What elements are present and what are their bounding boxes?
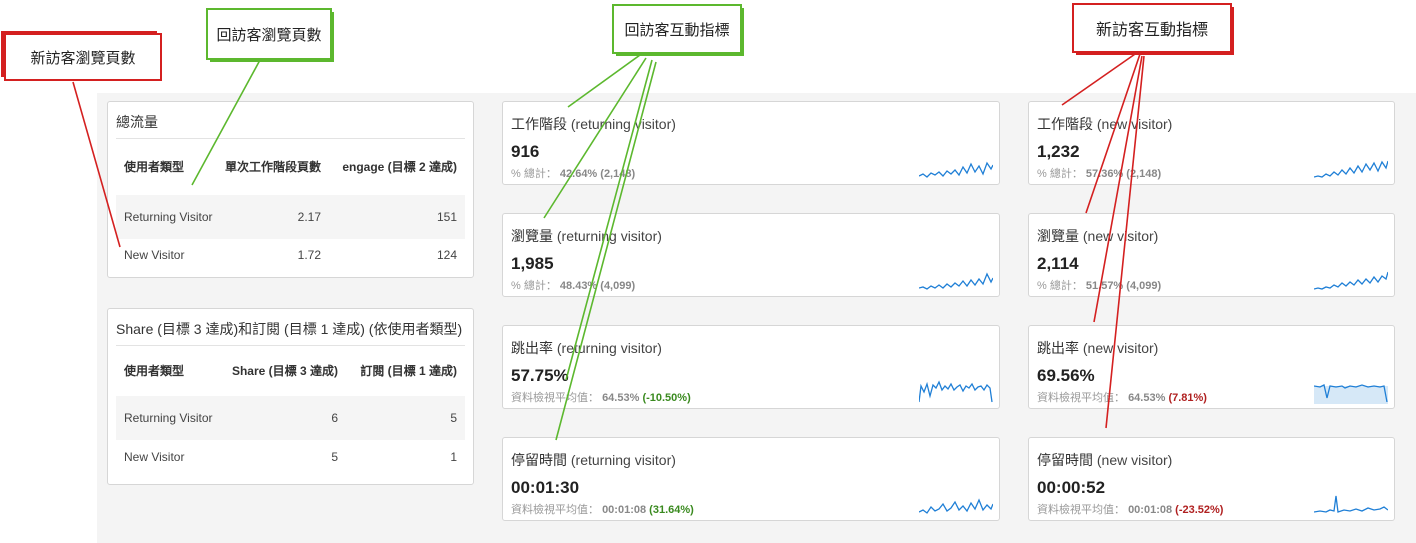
col-header-subscribe[interactable]: 訂閱 (目標 1 達成) xyxy=(346,346,465,396)
cell-value: 2.17 xyxy=(215,195,329,239)
cell-value: 124 xyxy=(436,247,457,262)
cell-value: 5 xyxy=(331,449,338,464)
new-duration-panel[interactable]: 停留時間 (new visitor) 00:00:52 資料檢視平均值： 00:… xyxy=(1028,437,1395,521)
table-row: Returning Visitor 6 5 xyxy=(116,396,465,440)
cell-value: 6 xyxy=(225,396,346,440)
metric-footnote: 資料檢視平均值： 00:01:08 (-23.52%) xyxy=(1037,504,1224,516)
cell-value: 1 xyxy=(450,449,457,464)
metric-value: 00:01:30 xyxy=(511,478,580,497)
cell-user-type[interactable]: New Visitor xyxy=(116,239,215,271)
table-row: New Visitor 1.72 124 xyxy=(116,239,465,271)
traffic-table-panel: 總流量 使用者類型 單次工作階段頁數 engage (目標 2 達成) Retu… xyxy=(107,101,474,278)
goals-table: 使用者類型 Share (目標 3 達成) 訂閱 (目標 1 達成) Retur… xyxy=(116,346,465,474)
metric-title: 跳出率 (new visitor) xyxy=(1037,340,1159,356)
table-title: Share (目標 3 達成)和訂閱 (目標 1 達成) (依使用者類型) xyxy=(116,309,465,346)
metric-title: 瀏覽量 (new visitor) xyxy=(1037,228,1159,244)
sparkline xyxy=(919,380,993,403)
sparkline xyxy=(919,498,993,514)
returning-engagement-callout: 回訪客互動指標 xyxy=(612,4,742,54)
metric-title: 工作階段 (returning visitor) xyxy=(511,116,676,132)
metric-value: 00:00:52 xyxy=(1037,478,1106,497)
metric-value: 1,232 xyxy=(1037,142,1080,161)
metric-title: 停留時間 (new visitor) xyxy=(1037,452,1173,468)
returning-sessions-panel[interactable]: 工作階段 (returning visitor) 916 % 總計： 42.64… xyxy=(502,101,1000,185)
new-pageviews-panel[interactable]: 瀏覽量 (new visitor) 2,114 % 總計： 51.57% (4,… xyxy=(1028,213,1395,297)
sparkline xyxy=(1314,495,1388,513)
new-sessions-panel[interactable]: 工作階段 (new visitor) 1,232 % 總計： 57.36% (2… xyxy=(1028,101,1395,185)
table-row: New Visitor 5 1 xyxy=(116,440,465,474)
col-header-pages-per-session[interactable]: 單次工作階段頁數 xyxy=(215,139,329,195)
metric-title: 跳出率 (returning visitor) xyxy=(511,340,662,356)
returning-duration-panel[interactable]: 停留時間 (returning visitor) 00:01:30 資料檢視平均… xyxy=(502,437,1000,521)
metric-value: 57.75% xyxy=(511,366,569,385)
col-header-engage[interactable]: engage (目標 2 達成) xyxy=(329,139,465,195)
metric-footnote: % 總計： 57.36% (2,148) xyxy=(1037,168,1162,180)
metric-title: 瀏覽量 (returning visitor) xyxy=(511,228,662,244)
cell-user-type[interactable]: Returning Visitor xyxy=(116,396,225,440)
returning-bounce-rate-panel[interactable]: 跳出率 (returning visitor) 57.75% 資料檢視平均值： … xyxy=(502,325,1000,409)
metric-footnote: 資料檢視平均值： 64.53% (-10.50%) xyxy=(511,392,691,404)
metric-footnote: 資料檢視平均值： 00:01:08 (31.64%) xyxy=(511,504,694,516)
metric-title: 停留時間 (returning visitor) xyxy=(511,452,676,468)
col-header-share[interactable]: Share (目標 3 達成) xyxy=(225,346,346,396)
new-pageviews-callout: 新訪客瀏覽頁數 xyxy=(4,33,162,81)
metric-value: 916 xyxy=(511,142,540,161)
new-engagement-callout: 新訪客互動指標 xyxy=(1072,3,1232,53)
metric-footnote: 資料檢視平均值： 64.53% (7.81%) xyxy=(1037,392,1207,404)
metric-footnote: % 總計： 42.64% (2,148) xyxy=(511,168,636,180)
cell-value: 1.72 xyxy=(297,247,321,262)
sparkline xyxy=(919,272,993,290)
col-header-user-type[interactable]: 使用者類型 xyxy=(116,346,225,396)
sparkline xyxy=(919,161,993,178)
cell-value: 5 xyxy=(346,396,465,440)
sparkline xyxy=(1314,160,1388,178)
metric-value: 1,985 xyxy=(511,254,554,273)
col-header-user-type[interactable]: 使用者類型 xyxy=(116,139,215,195)
new-bounce-rate-panel[interactable]: 跳出率 (new visitor) 69.56% 資料檢視平均值： 64.53%… xyxy=(1028,325,1395,409)
cell-user-type[interactable]: Returning Visitor xyxy=(116,195,215,239)
goals-table-panel: Share (目標 3 達成)和訂閱 (目標 1 達成) (依使用者類型) 使用… xyxy=(107,308,474,485)
metric-footnote: % 總計： 48.43% (4,099) xyxy=(511,280,636,292)
cell-user-type[interactable]: New Visitor xyxy=(116,440,225,474)
sparkline xyxy=(1314,384,1388,404)
table-title: 總流量 xyxy=(116,102,465,139)
sparkline xyxy=(1314,271,1388,290)
metric-title: 工作階段 (new visitor) xyxy=(1037,116,1173,132)
metric-value: 69.56% xyxy=(1037,366,1095,385)
traffic-table: 使用者類型 單次工作階段頁數 engage (目標 2 達成) Returnin… xyxy=(116,139,465,271)
metric-value: 2,114 xyxy=(1037,254,1079,273)
metric-footnote: % 總計： 51.57% (4,099) xyxy=(1037,280,1162,292)
table-row: Returning Visitor 2.17 151 xyxy=(116,195,465,239)
returning-pageviews-panel[interactable]: 瀏覽量 (returning visitor) 1,985 % 總計： 48.4… xyxy=(502,213,1000,297)
cell-value: 151 xyxy=(329,195,465,239)
returning-pageviews-callout: 回訪客瀏覽頁數 xyxy=(206,8,332,60)
